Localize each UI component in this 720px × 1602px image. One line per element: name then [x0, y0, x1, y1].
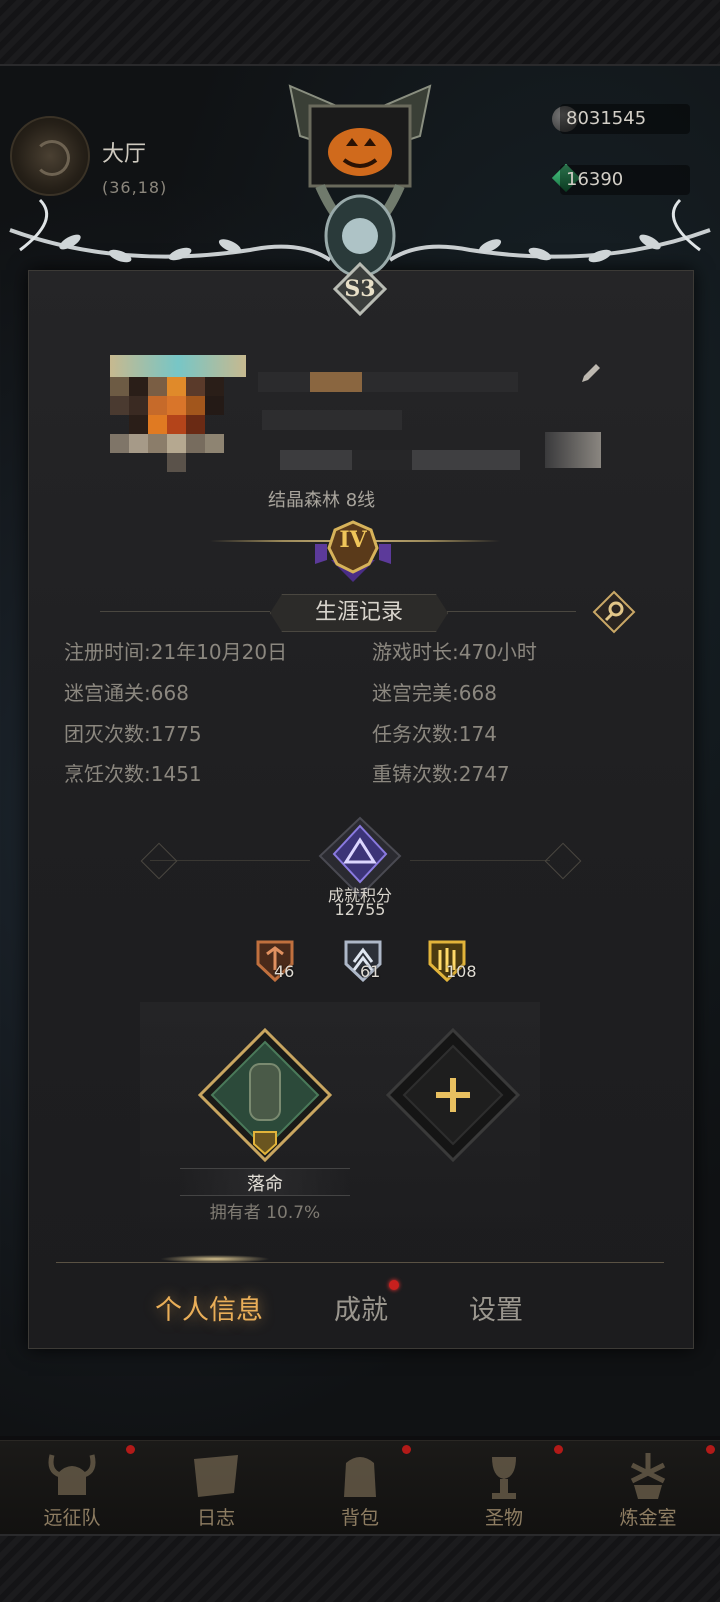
stat-label: 烹饪次数:: [64, 762, 151, 786]
achievement-score-value: 12755: [334, 900, 386, 919]
stat-value: 174: [458, 722, 497, 746]
stat-wipes: 团灭次数:1775: [64, 718, 202, 747]
server-line-label: 结晶森林 8线: [268, 490, 376, 511]
tab-separator: [56, 1262, 664, 1263]
nav-alchemy[interactable]: 炼金室: [576, 1441, 720, 1535]
notification-dot: [554, 1445, 563, 1454]
nav-label: 背包: [340, 1507, 379, 1529]
stat-value: 21年10月20日: [150, 640, 288, 664]
title-slot-equipped[interactable]: [198, 1028, 332, 1162]
stat-value: 470小时: [458, 640, 537, 664]
stat-value: 668: [458, 681, 497, 705]
stat-maze-perfect: 迷宫完美:668: [372, 677, 497, 706]
stat-maze-clear: 迷宫通关:668: [64, 677, 189, 706]
stat-value: 2747: [458, 762, 510, 786]
bronze-medal-count: 46: [274, 962, 295, 981]
stat-label: 任务次数:: [372, 722, 459, 746]
season-badge-text: S3: [344, 276, 376, 302]
season-badge: S3: [333, 262, 387, 316]
stat-quests: 任务次数:174: [372, 718, 497, 747]
career-record-title: 生涯记录: [270, 594, 448, 632]
title-owner-percent: 拥有者 10.7%: [209, 1203, 321, 1223]
stat-label: 迷宫通关:: [64, 681, 151, 705]
minimap-icon[interactable]: [10, 116, 90, 196]
gold-medal-count: 108: [446, 962, 477, 981]
backpack-icon: [344, 1457, 376, 1497]
alchemy-icon: [630, 1453, 666, 1499]
nav-label: 远征队: [43, 1507, 101, 1529]
title-name: 落命: [247, 1174, 283, 1195]
stat-value: 1775: [150, 722, 202, 746]
nav-journal[interactable]: 日志: [144, 1441, 288, 1535]
add-title-button[interactable]: [386, 1028, 520, 1162]
tab-personal-info[interactable]: 个人信息: [155, 1288, 263, 1327]
tab-settings[interactable]: 设置: [469, 1288, 523, 1327]
edit-icon[interactable]: [578, 360, 604, 386]
notification-dot: [402, 1445, 411, 1454]
copy-id-redacted[interactable]: [545, 432, 601, 468]
stat-reforge: 重铸次数:2747: [372, 758, 510, 787]
top-frame-bar: [0, 0, 720, 66]
notification-dot: [706, 1445, 715, 1454]
player-name-redacted: [258, 372, 518, 392]
nav-label: 日志: [196, 1507, 235, 1529]
rank-numeral: IV: [339, 527, 367, 553]
stat-register-time: 注册时间:21年10月20日: [64, 636, 287, 665]
section-line-left: [100, 611, 270, 612]
stat-play-time: 游戏时长:470小时: [372, 636, 537, 665]
stat-label: 迷宫完美:: [372, 681, 459, 705]
section-line-right: [446, 611, 576, 612]
stat-label: 团灭次数:: [64, 722, 151, 746]
stat-label: 重铸次数:: [372, 762, 459, 786]
nav-expedition[interactable]: 远征队: [0, 1441, 144, 1535]
chalice-icon: [492, 1457, 516, 1499]
stat-value: 1451: [150, 762, 202, 786]
scroll-icon: [194, 1455, 238, 1497]
silver-medal-count: 61: [360, 962, 381, 981]
stat-label: 游戏时长:: [372, 640, 459, 664]
achievement-line-right: [410, 860, 550, 861]
nav-relics[interactable]: 圣物: [432, 1441, 576, 1535]
horned-helmet-icon: [48, 1454, 96, 1495]
search-icon[interactable]: [592, 590, 636, 634]
nav-label: 炼金室: [619, 1507, 677, 1529]
stat-value: 668: [150, 681, 189, 705]
notification-dot: [389, 1280, 399, 1290]
avatar[interactable]: [110, 355, 246, 491]
nav-label: 圣物: [484, 1507, 523, 1529]
stat-label: 注册时间:: [64, 640, 151, 664]
bottom-frame-bar: [0, 1534, 720, 1602]
tab-achievements[interactable]: 成就: [334, 1288, 388, 1327]
notification-dot: [126, 1445, 135, 1454]
hud-location-name: 大厅: [102, 142, 147, 167]
currency-silver: 8031545: [560, 104, 690, 134]
nav-backpack[interactable]: 背包: [288, 1441, 432, 1535]
bottom-navigation: 远征队 日志 背包 圣物 炼金室: [0, 1440, 720, 1535]
active-tab-marker: [160, 1255, 270, 1263]
stat-cooking: 烹饪次数:1451: [64, 758, 202, 787]
player-info-redacted: [280, 450, 520, 470]
player-id-redacted: [262, 410, 402, 430]
